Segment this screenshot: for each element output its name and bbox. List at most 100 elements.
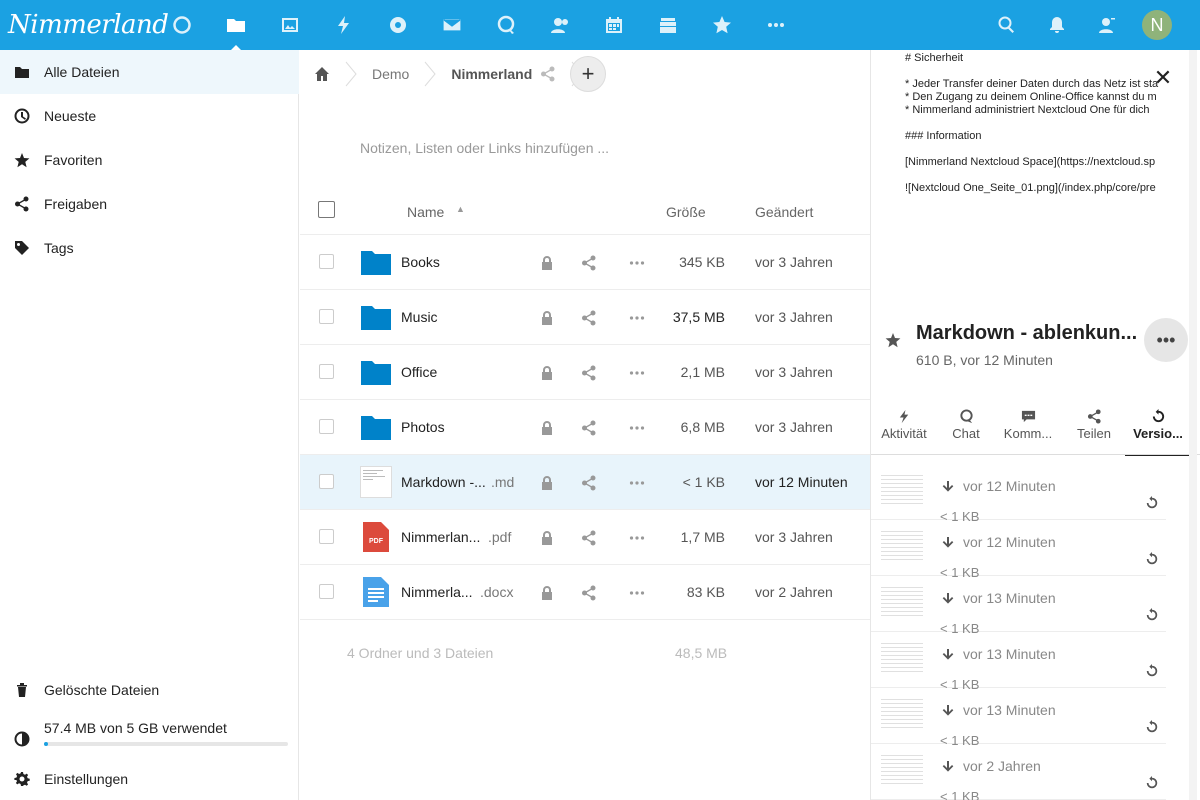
add-new-button[interactable]: + (570, 56, 606, 92)
version-time[interactable]: vor 2 Jahren (963, 758, 1041, 774)
talk-icon[interactable] (383, 10, 413, 40)
nav-item-favorites[interactable]: Favoriten (0, 138, 299, 182)
lock-icon[interactable] (539, 365, 555, 384)
version-item[interactable]: vor 2 Jahren < 1 KB (871, 744, 1166, 800)
version-item[interactable]: vor 13 Minuten < 1 KB (871, 632, 1166, 692)
nav-item-deleted-files[interactable]: Gelöschte Dateien (0, 668, 299, 712)
tab-activity[interactable]: Aktivität (871, 406, 937, 456)
version-item[interactable]: vor 13 Minuten < 1 KB (871, 576, 1166, 636)
download-icon[interactable] (941, 760, 955, 777)
nav-item-tags[interactable]: Tags (0, 226, 299, 270)
version-time[interactable]: vor 13 Minuten (963, 646, 1056, 662)
lock-icon[interactable] (539, 585, 555, 604)
more-actions-icon[interactable] (629, 530, 645, 549)
download-icon[interactable] (941, 704, 955, 721)
table-row[interactable]: Office 2,1 MB vor 3 Jahren (300, 345, 870, 400)
table-row[interactable]: Nimmerla... .docx 83 KB vor 2 Jahren (300, 565, 870, 620)
row-checkbox[interactable] (319, 584, 334, 599)
file-name[interactable]: Markdown -... (401, 474, 486, 490)
tab-versions[interactable]: Versio... (1125, 406, 1191, 456)
row-checkbox[interactable] (319, 529, 334, 544)
restore-icon[interactable] (1145, 608, 1159, 625)
activity-icon[interactable] (329, 10, 359, 40)
file-name[interactable]: Music (401, 309, 438, 325)
markdown-file-icon[interactable] (360, 466, 392, 501)
restore-icon[interactable] (1145, 552, 1159, 569)
more-actions-icon[interactable] (629, 475, 645, 494)
restore-icon[interactable] (1145, 720, 1159, 737)
restore-icon[interactable] (1145, 664, 1159, 681)
more-actions-icon[interactable] (629, 365, 645, 384)
table-row[interactable]: Markdown -... .md < 1 KB vor 12 Minuten (300, 455, 870, 510)
search-icon[interactable] (992, 10, 1022, 40)
column-size[interactable]: Größe (666, 204, 706, 220)
version-time[interactable]: vor 12 Minuten (963, 478, 1056, 494)
mail-icon[interactable] (437, 10, 467, 40)
column-name[interactable]: Name (407, 204, 444, 220)
logo[interactable]: Nimmerland (8, 8, 169, 42)
breadcrumb-nimmerland[interactable]: Nimmerland (437, 50, 540, 98)
table-row[interactable]: Music 37,5 MB vor 3 Jahren (300, 290, 870, 345)
row-checkbox[interactable] (319, 364, 334, 379)
document-file-icon[interactable] (363, 577, 389, 610)
share-icon[interactable] (581, 255, 597, 274)
restore-icon[interactable] (1145, 496, 1159, 513)
version-time[interactable]: vor 12 Minuten (963, 534, 1056, 550)
version-time[interactable]: vor 13 Minuten (963, 590, 1056, 606)
lock-icon[interactable] (539, 530, 555, 549)
share-icon[interactable] (581, 585, 597, 604)
deck-icon[interactable] (653, 10, 683, 40)
search-circle-icon[interactable] (491, 10, 521, 40)
tab-sharing[interactable]: Teilen (1061, 406, 1127, 456)
notifications-icon[interactable] (1042, 10, 1072, 40)
file-name[interactable]: Nimmerlan... (401, 529, 480, 545)
column-modified[interactable]: Geändert (755, 204, 813, 220)
lock-icon[interactable] (539, 310, 555, 329)
row-checkbox[interactable] (319, 419, 334, 434)
file-name[interactable]: Office (401, 364, 437, 380)
share-icon[interactable] (581, 420, 597, 439)
nav-item-recent[interactable]: Neueste (0, 94, 299, 138)
table-row[interactable]: PDF Nimmerlan... .pdf 1,7 MB vor 3 Jahren (300, 510, 870, 565)
version-item[interactable]: vor 13 Minuten < 1 KB (871, 688, 1166, 748)
more-actions-icon[interactable] (629, 255, 645, 274)
share-icon[interactable] (581, 475, 597, 494)
folder-icon[interactable] (361, 414, 391, 443)
more-actions-icon[interactable] (629, 585, 645, 604)
file-name[interactable]: Books (401, 254, 440, 270)
calendar-icon[interactable] (599, 10, 629, 40)
folder-icon[interactable] (361, 304, 391, 333)
download-icon[interactable] (941, 536, 955, 553)
quota-indicator[interactable]: 57.4 MB von 5 GB verwendet (0, 712, 299, 756)
photos-icon[interactable] (275, 10, 305, 40)
share-icon[interactable] (581, 365, 597, 384)
file-name[interactable]: Nimmerla... (401, 584, 473, 600)
files-icon[interactable] (221, 10, 251, 50)
dashboard-icon[interactable] (167, 10, 197, 40)
version-item[interactable]: vor 12 Minuten < 1 KB (871, 520, 1166, 580)
restore-icon[interactable] (1145, 776, 1159, 793)
download-icon[interactable] (941, 480, 955, 497)
more-actions-icon[interactable] (629, 420, 645, 439)
avatar[interactable]: N (1142, 10, 1172, 40)
home-crumb[interactable] (300, 50, 344, 98)
more-apps-icon[interactable] (761, 10, 791, 40)
notes-placeholder[interactable]: Notizen, Listen oder Links hinzufügen ..… (360, 140, 609, 156)
share-icon[interactable] (581, 310, 597, 329)
favorites-icon[interactable] (707, 10, 737, 40)
lock-icon[interactable] (539, 255, 555, 274)
tab-comments[interactable]: Komm... (995, 406, 1061, 456)
download-icon[interactable] (941, 648, 955, 665)
download-icon[interactable] (941, 592, 955, 609)
version-item[interactable]: vor 12 Minuten < 1 KB (871, 464, 1166, 524)
star-icon[interactable] (885, 332, 901, 351)
close-icon[interactable]: ✕ (1151, 66, 1175, 90)
more-actions-icon[interactable] (629, 310, 645, 329)
lock-icon[interactable] (539, 420, 555, 439)
share-icon[interactable] (581, 530, 597, 549)
table-row[interactable]: Books 345 KB vor 3 Jahren (300, 235, 870, 290)
lock-icon[interactable] (539, 475, 555, 494)
version-time[interactable]: vor 13 Minuten (963, 702, 1056, 718)
select-all-checkbox[interactable] (318, 201, 335, 218)
contacts-menu-icon[interactable] (1092, 10, 1122, 40)
